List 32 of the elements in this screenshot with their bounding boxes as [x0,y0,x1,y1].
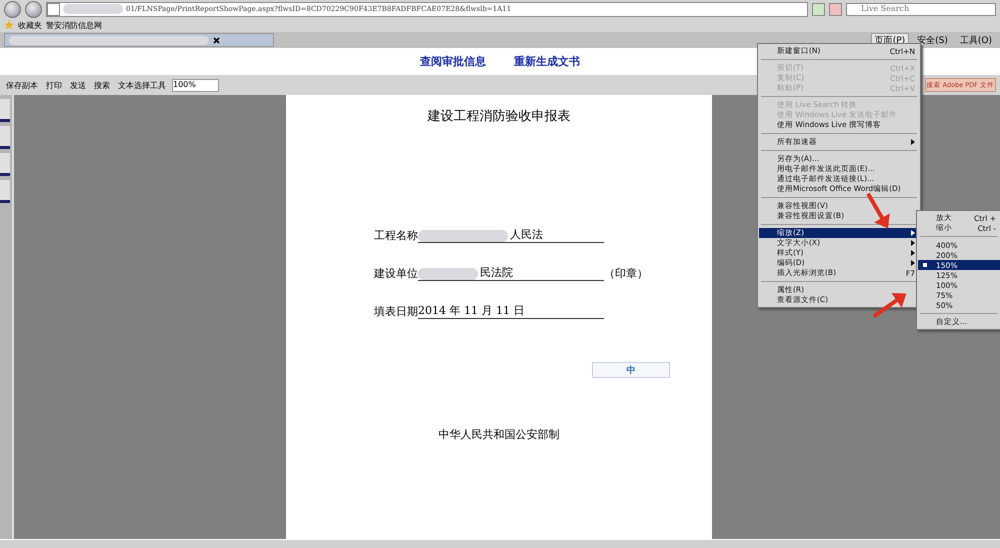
favorites-label[interactable]: 收藏夹 [18,20,42,30]
text-select-tool[interactable]: 文本选择工具 [116,80,168,90]
toolbar-button[interactable]: 保存副本 [4,80,40,90]
side-tab[interactable] [0,153,10,176]
toolbar-button[interactable]: 搜索 [92,80,112,90]
submenu-caret-icon [911,139,915,145]
field-label: 填表日期 [374,304,418,319]
field-label: 工程名称 [374,228,418,243]
page-link[interactable]: 查阅审批信息 [420,54,486,69]
toolbar-button[interactable]: 发送 [68,80,88,90]
seal-note: （印章） [604,266,648,281]
zoom-field[interactable]: 100% [172,78,219,92]
field-value: 2014 年 11 月 11 日 [418,303,524,318]
field-value: 民法院 [480,265,513,280]
toolbar-button[interactable]: 打印 [44,80,64,90]
side-tab[interactable] [0,180,10,203]
ime-toolbar[interactable]: 中 [592,362,670,378]
favorite-link[interactable]: 警安消防信息网 [46,20,102,30]
field-label: 建设单位 [374,266,418,281]
side-tab[interactable] [0,126,10,149]
document-footer: 中华人民共和国公安部制 [438,427,560,442]
command-menu[interactable]: 工具(O) [956,33,996,47]
side-tab[interactable] [0,99,10,122]
field-value: 人民法 [510,227,543,242]
redacted-blur [63,4,123,14]
star-icon [4,20,14,30]
page-link[interactable]: 重新生成文书 [514,54,580,69]
forward-button[interactable] [25,0,42,18]
redacted-blur [418,268,478,280]
document-title: 建设工程消防验收申报表 [428,108,570,125]
back-button[interactable] [4,0,21,18]
search-field[interactable]: Live Search [846,2,996,16]
